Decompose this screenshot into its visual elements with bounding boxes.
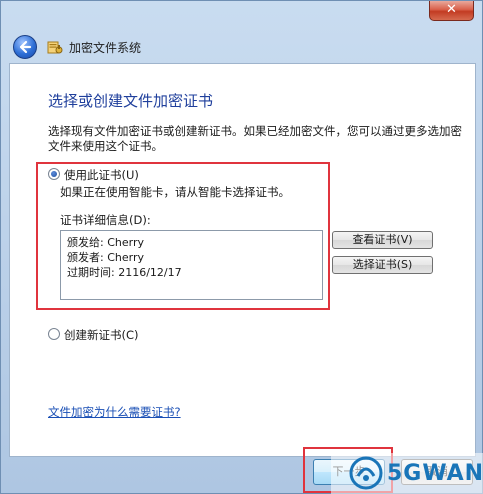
why-certificate-link[interactable]: 文件加密为什么需要证书? [48,404,181,420]
close-button[interactable]: ✕ [429,1,474,21]
view-certificate-button[interactable]: 查看证书(V) [332,231,433,249]
back-button[interactable] [13,35,37,59]
watermark-text: 5GWAN [387,461,483,486]
back-arrow-icon [19,40,32,54]
create-certificate-radio[interactable] [48,328,60,340]
intro-text: 选择现有文件加密证书或创建新证书。如果已经加密文件，您可以通过更多选加密文件来使… [48,124,462,153]
issued-by: 颁发者: Cherry [67,251,144,264]
watermark: 5GWAN [331,453,483,494]
certificate-details-label: 证书详细信息(D): [60,213,151,227]
watermark-logo-icon [349,456,383,490]
use-certificate-radio[interactable] [48,168,60,180]
smartcard-hint: 如果正在使用智能卡，请从智能卡选择证书。 [60,185,290,199]
use-certificate-label: 使用此证书(U) [64,168,139,182]
page-title: 选择或创建文件加密证书 [48,92,214,110]
dialog-content: 选择或创建文件加密证书 选择现有文件加密证书或创建新证书。如果已经加密文件，您可… [9,63,476,457]
window-title: 加密文件系统 [69,41,142,55]
dialog-header: 加密文件系统 [9,31,476,63]
dialog-window: ✕ 加密文件系统 选择或创建文件加密证书 选择现有文件加密证书或创建新证书。如果… [0,0,483,494]
issued-to: 颁发给: Cherry [67,236,144,249]
encryption-key-icon [47,39,63,55]
certificate-details-box: 颁发给: Cherry 颁发者: Cherry 过期时间: 2116/12/17 [60,230,323,300]
create-certificate-label: 创建新证书(C) [64,328,139,342]
expiration-date: 过期时间: 2116/12/17 [67,266,182,279]
select-certificate-button[interactable]: 选择证书(S) [332,256,433,274]
